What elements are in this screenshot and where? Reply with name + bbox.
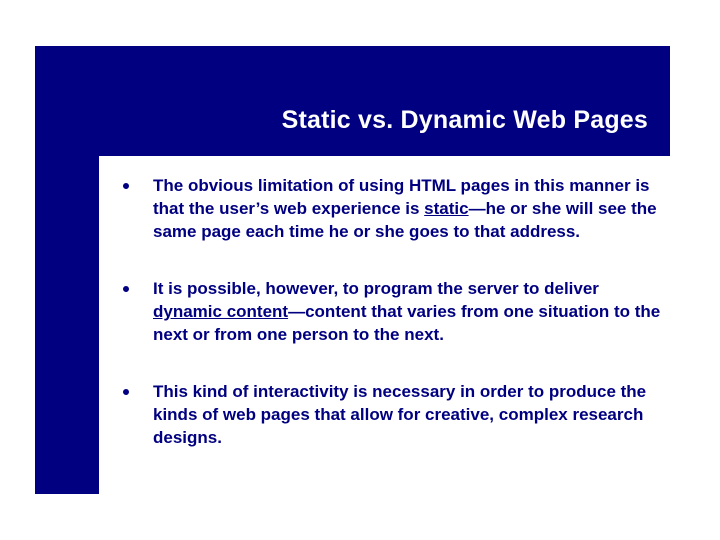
- sidebar-accent: [35, 156, 99, 494]
- bullet-text: It is possible, however, to program the …: [153, 278, 668, 347]
- bullet-item: The obvious limitation of using HTML pag…: [123, 175, 668, 244]
- bullet-text: The obvious limitation of using HTML pag…: [153, 175, 668, 244]
- bullet-icon: [123, 286, 129, 292]
- bullet-icon: [123, 183, 129, 189]
- text-segment: This kind of interactivity is necessary …: [153, 382, 646, 447]
- bullet-icon: [123, 389, 129, 395]
- underlined-term: dynamic content: [153, 302, 288, 321]
- bullet-text: This kind of interactivity is necessary …: [153, 381, 668, 450]
- underlined-term: static: [424, 199, 468, 218]
- bullet-item: It is possible, however, to program the …: [123, 278, 668, 347]
- text-segment: It is possible, however, to program the …: [153, 279, 599, 298]
- slide-title: Static vs. Dynamic Web Pages: [282, 106, 648, 135]
- bullet-item: This kind of interactivity is necessary …: [123, 381, 668, 450]
- slide: Static vs. Dynamic Web Pages The obvious…: [0, 0, 720, 540]
- content-area: The obvious limitation of using HTML pag…: [123, 175, 668, 483]
- title-bar: Static vs. Dynamic Web Pages: [35, 46, 670, 156]
